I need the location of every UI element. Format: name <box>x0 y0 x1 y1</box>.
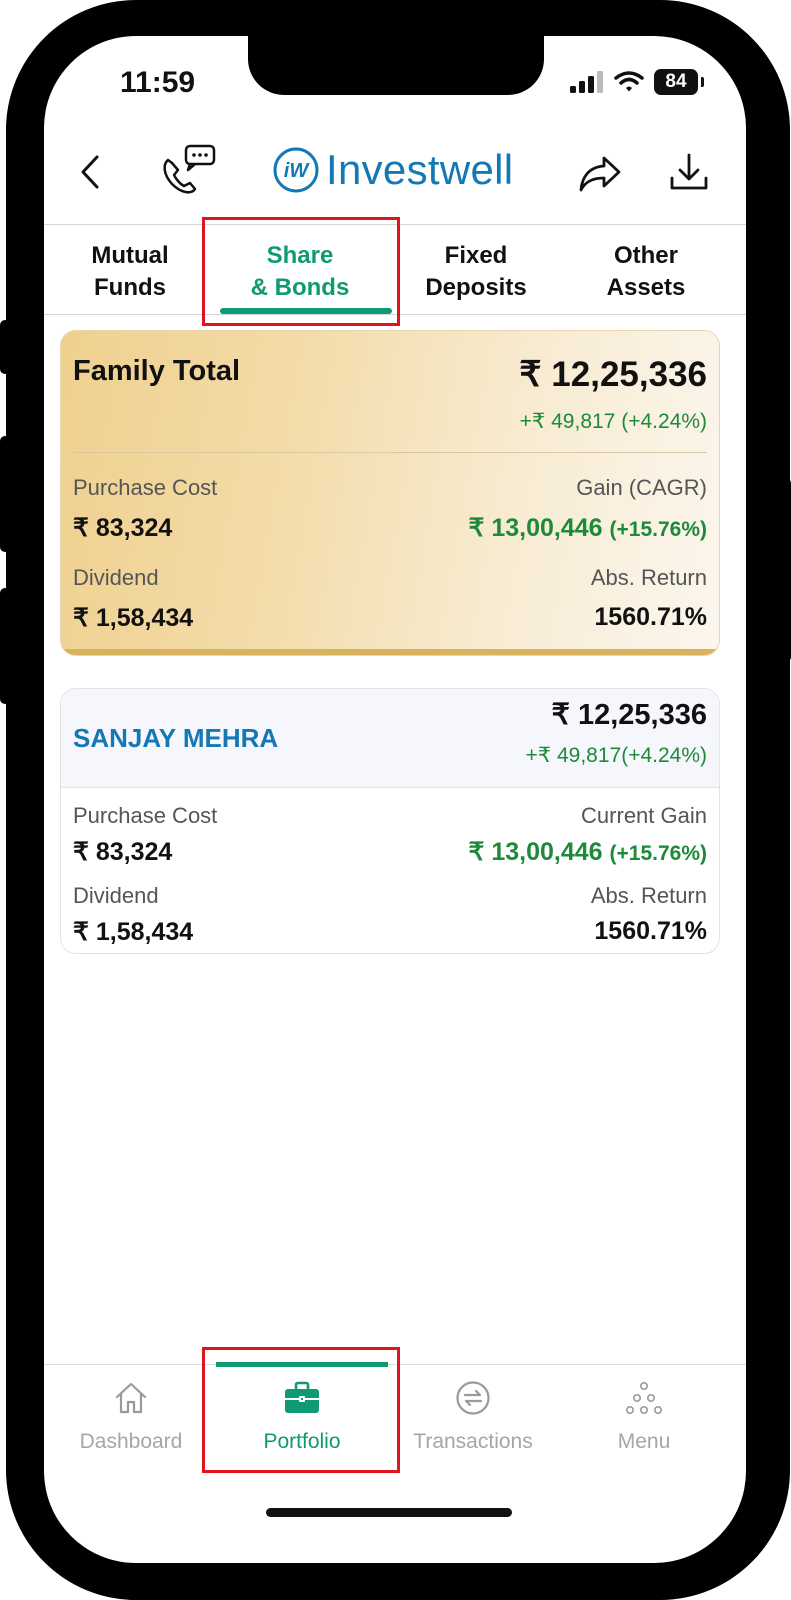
tab-label-line2: Funds <box>94 274 166 301</box>
member-current-gain-label: Current Gain <box>581 803 707 828</box>
purchase-cost-value: ₹ 83,324 <box>73 514 173 542</box>
tab-label-line2: Deposits <box>425 274 527 301</box>
nav-transactions[interactable]: Transactions <box>388 1376 558 1454</box>
family-card-divider <box>73 452 707 453</box>
tab-label-line2: Assets <box>606 274 686 301</box>
share-button[interactable] <box>576 152 624 196</box>
tab-mutual-funds[interactable]: Mutual Funds <box>44 240 216 304</box>
phone-side-button <box>0 320 10 374</box>
dots-menu-icon <box>625 1381 662 1414</box>
notch <box>248 36 544 95</box>
home-icon <box>115 1382 147 1414</box>
gain-cagr-value-group: ₹ 13,00,446 (+15.76%) <box>468 513 707 543</box>
dividend-value: ₹ 1,58,434 <box>73 604 194 632</box>
member-card-header: SANJAY MEHRA ₹ 12,25,336 +₹ 49,817(+4.24… <box>61 689 719 788</box>
nav-label-menu: Menu <box>617 1430 671 1453</box>
exchange-icon <box>456 1381 490 1415</box>
tab-fixed-deposits[interactable]: Fixed Deposits <box>390 240 562 304</box>
logo-text: Investwell <box>326 146 514 193</box>
member-purchase-cost-value: ₹ 83,324 <box>73 838 173 866</box>
phone-power-button <box>781 478 791 662</box>
member-dividend-label: Dividend <box>73 883 159 908</box>
back-button[interactable] <box>68 150 112 194</box>
phone-volume-up-button <box>0 436 10 552</box>
dividend-label: Dividend <box>73 565 159 590</box>
contact-support-button[interactable] <box>158 142 218 198</box>
purchase-cost-label: Purchase Cost <box>73 475 218 500</box>
phone-volume-down-button <box>0 588 10 704</box>
gain-cagr-percent: (+15.76%) <box>609 518 707 541</box>
investwell-logo-icon: iW <box>273 147 319 193</box>
member-current-gain-value: ₹ 13,00,446 <box>468 838 603 866</box>
abs-return-label: Abs. Return <box>590 565 707 590</box>
nav-label-dashboard: Dashboard <box>79 1430 183 1453</box>
member-change: +₹ 49,817(+4.24%) <box>525 744 707 767</box>
member-dividend-value: ₹ 1,58,434 <box>73 918 194 946</box>
member-value: ₹ 12,25,336 <box>551 699 707 731</box>
family-card-accent-bar <box>61 649 719 655</box>
app-screen: 11:59 84 iW Investwell Mutual Funds Shar… <box>44 36 746 1563</box>
member-card[interactable]: SANJAY MEHRA ₹ 12,25,336 +₹ 49,817(+4.24… <box>60 688 720 954</box>
member-name: SANJAY MEHRA <box>73 723 279 753</box>
download-icon <box>670 153 708 190</box>
tab-other-assets[interactable]: Other Assets <box>560 240 732 304</box>
home-indicator[interactable] <box>266 1508 512 1517</box>
cellular-signal-icon <box>570 71 603 93</box>
status-time: 11:59 <box>120 66 196 99</box>
nav-dashboard[interactable]: Dashboard <box>46 1376 216 1454</box>
battery-icon: 84 <box>654 69 704 95</box>
share-arrow-icon <box>579 156 621 192</box>
chevron-left-icon <box>81 155 99 189</box>
wifi-icon <box>614 71 644 92</box>
status-icons: 84 <box>570 68 704 96</box>
gain-cagr-label: Gain (CAGR) <box>576 475 707 500</box>
member-abs-return-value: 1560.71% <box>594 917 707 945</box>
member-current-gain-percent: (+15.76%) <box>609 842 707 865</box>
tab-label-line1: Other <box>613 242 678 269</box>
nav-menu[interactable]: Menu <box>559 1376 729 1454</box>
family-total-value: ₹ 12,25,336 <box>519 355 707 394</box>
family-total-change: +₹ 49,817 (+4.24%) <box>519 410 707 433</box>
tab-label-line1: Mutual <box>91 242 169 269</box>
tab-label-line1: Fixed <box>444 242 508 269</box>
highlight-box-portfolio-nav <box>202 1347 400 1473</box>
gain-cagr-value: ₹ 13,00,446 <box>468 514 603 542</box>
svg-text:iW: iW <box>284 160 311 182</box>
member-current-gain-group: ₹ 13,00,446 (+15.76%) <box>468 837 707 867</box>
family-total-card[interactable]: Family Total ₹ 12,25,336 +₹ 49,817 (+4.2… <box>60 330 720 656</box>
member-abs-return-label: Abs. Return <box>590 883 707 908</box>
family-total-title: Family Total <box>73 355 241 387</box>
investwell-logo: iW Investwell <box>272 140 513 200</box>
highlight-box-share-bonds-tab <box>202 217 400 326</box>
phone-chat-icon <box>163 144 216 194</box>
download-button[interactable] <box>666 148 712 196</box>
nav-label-transactions: Transactions <box>413 1430 533 1453</box>
member-purchase-cost-label: Purchase Cost <box>73 803 218 828</box>
abs-return-value: 1560.71% <box>594 603 707 631</box>
